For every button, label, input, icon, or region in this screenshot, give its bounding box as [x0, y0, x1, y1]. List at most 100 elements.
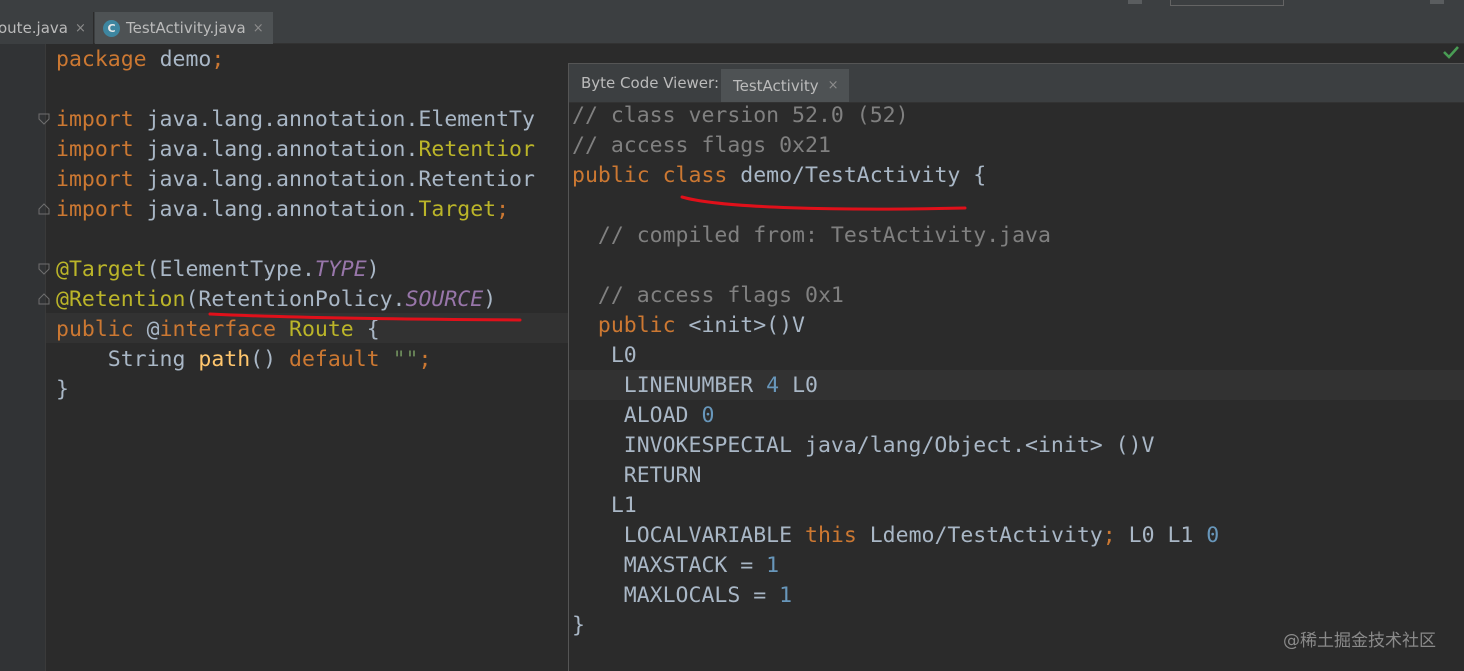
tab-route-close-icon[interactable]: ×: [75, 21, 86, 36]
bytecode-line: LINENUMBER 4 L0: [572, 371, 818, 401]
code-token: LOCALVARIABLE: [572, 523, 805, 548]
bytecode-line: INVOKESPECIAL java/lang/Object.<init> ()…: [572, 431, 1155, 461]
code-token: // class version 52.0 (52): [572, 103, 909, 128]
bytecode-line: public <init>()V: [572, 311, 805, 341]
code-token: 1: [779, 583, 793, 608]
code-token: L0: [779, 373, 818, 398]
code-token: ;: [418, 347, 432, 372]
bytecode-line: MAXLOCALS = 1: [572, 581, 792, 611]
code-token: 0: [1206, 523, 1220, 548]
editor-code-line: import java.lang.annotation.Retentior: [56, 135, 535, 165]
code-token: Route: [289, 317, 354, 342]
tab-testactivity-close-icon[interactable]: ×: [253, 21, 264, 36]
code-token: }: [56, 377, 69, 402]
bytecode-line: RETURN: [572, 461, 702, 491]
code-token: java.lang.annotation.: [146, 137, 419, 162]
editor-code-line: String path() default "";: [56, 345, 432, 375]
code-token: LINENUMBER: [572, 373, 767, 398]
watermark: @稀土掘金技术社区: [1283, 631, 1436, 651]
code-token: "": [392, 347, 419, 372]
code-token: demo/TestActivity {: [740, 163, 987, 188]
toolbar-search-field[interactable]: [1170, 0, 1284, 6]
code-token: @Retention: [56, 287, 186, 312]
bytecode-line: public class demo/TestActivity {: [572, 161, 986, 191]
byte-code-viewer-header: Byte Code Viewer: TestActivity ×: [569, 64, 1464, 103]
editor-code-line: @Retention(RetentionPolicy.SOURCE): [56, 285, 496, 315]
byte-code-viewer-title: Byte Code Viewer:: [581, 74, 719, 92]
code-token: class: [662, 163, 741, 188]
code-token: @Target: [56, 257, 147, 282]
bytecode-line: LOCALVARIABLE this Ldemo/TestActivity; L…: [572, 521, 1219, 551]
bytecode-line: L1: [572, 491, 637, 521]
code-token: (RetentionPolicy.: [185, 287, 406, 312]
code-token: this: [805, 523, 870, 548]
code-token: L0: [572, 343, 637, 368]
code-token: MAXLOCALS =: [572, 583, 780, 608]
code-token: ): [366, 257, 380, 282]
editor-code-line: public @interface Route {: [56, 315, 380, 345]
code-token: MAXSTACK =: [572, 553, 767, 578]
editor-tab-bar: oute.java × C TestActivity.java ×: [0, 0, 1464, 44]
bytecode-line: // access flags 0x21: [572, 131, 831, 161]
code-token: RETURN: [572, 463, 702, 488]
code-token: import: [56, 197, 147, 222]
bytecode-tab-label: TestActivity: [733, 76, 819, 95]
tab-bytecode-testactivity[interactable]: TestActivity ×: [721, 69, 849, 102]
code-token: interface: [159, 317, 290, 342]
code-token: TYPE: [314, 257, 367, 282]
code-token: import: [56, 167, 147, 192]
bytecode-line: }: [572, 611, 585, 641]
code-token: (ElementType.: [146, 257, 315, 282]
code-token: public: [572, 163, 663, 188]
code-token: 0: [701, 403, 715, 428]
code-token: package: [56, 47, 160, 72]
code-token: // access flags 0x1: [572, 283, 844, 308]
code-token: {: [353, 317, 380, 342]
code-token: import: [56, 137, 147, 162]
tab-route-java[interactable]: oute.java ×: [0, 12, 94, 44]
code-token: Ldemo/TestActivity: [869, 523, 1103, 548]
check-icon[interactable]: [1442, 44, 1460, 60]
tab-testactivity-label: TestActivity.java: [126, 19, 246, 37]
code-token: java.lang.annotation.ElementTy: [146, 107, 535, 132]
bytecode-content[interactable]: // class version 52.0 (52) // access flag…: [569, 102, 1464, 671]
code-token: (): [250, 347, 290, 372]
code-token: @: [146, 317, 160, 342]
code-token: L0 L1: [1128, 523, 1207, 548]
code-token: Target: [418, 197, 497, 222]
tab-route-label: oute.java: [0, 19, 68, 37]
code-token: 4: [766, 373, 780, 398]
code-token: default: [289, 347, 393, 372]
code-token: java.lang.annotation.Retentior: [146, 167, 535, 192]
code-token: ;: [1102, 523, 1129, 548]
line-gutter[interactable]: [0, 44, 50, 671]
bytecode-line: // access flags 0x1: [572, 281, 844, 311]
code-token: Retentior: [418, 137, 535, 162]
code-token: demo: [159, 47, 212, 72]
code-token: import: [56, 107, 147, 132]
editor-code-line: import java.lang.annotation.Retentior: [56, 165, 535, 195]
tab-testactivity-java[interactable]: C TestActivity.java ×: [95, 12, 273, 44]
code-token: ;: [496, 197, 510, 222]
toolbar-edge-icon[interactable]: [1128, 0, 1142, 4]
class-icon: C: [103, 19, 120, 37]
code-token: java.lang.annotation.: [146, 197, 419, 222]
byte-code-viewer-popup[interactable]: Byte Code Viewer: TestActivity × // clas…: [568, 63, 1464, 671]
code-token: public: [572, 313, 689, 338]
editor-code-line: package demo;: [56, 45, 224, 75]
editor-code-line: import java.lang.annotation.ElementTy: [56, 105, 535, 135]
bytecode-tab-close-icon[interactable]: ×: [828, 78, 839, 93]
code-token: ;: [211, 47, 225, 72]
code-token: ): [483, 287, 497, 312]
code-token: <init>()V: [688, 313, 806, 338]
bytecode-line: MAXSTACK = 1: [572, 551, 779, 581]
bytecode-line: ALOAD 0: [572, 401, 715, 431]
editor-code-line: @Target(ElementType.TYPE): [56, 255, 380, 285]
toolbar-edge-icon[interactable]: [1430, 0, 1444, 4]
editor-code-line: }: [56, 375, 69, 405]
code-token: path: [198, 347, 251, 372]
code-token: // access flags 0x21: [572, 133, 831, 158]
bytecode-line: // class version 52.0 (52): [572, 101, 909, 131]
code-token: ALOAD: [572, 403, 702, 428]
code-token: // compiled from: TestActivity.java: [572, 223, 1051, 248]
